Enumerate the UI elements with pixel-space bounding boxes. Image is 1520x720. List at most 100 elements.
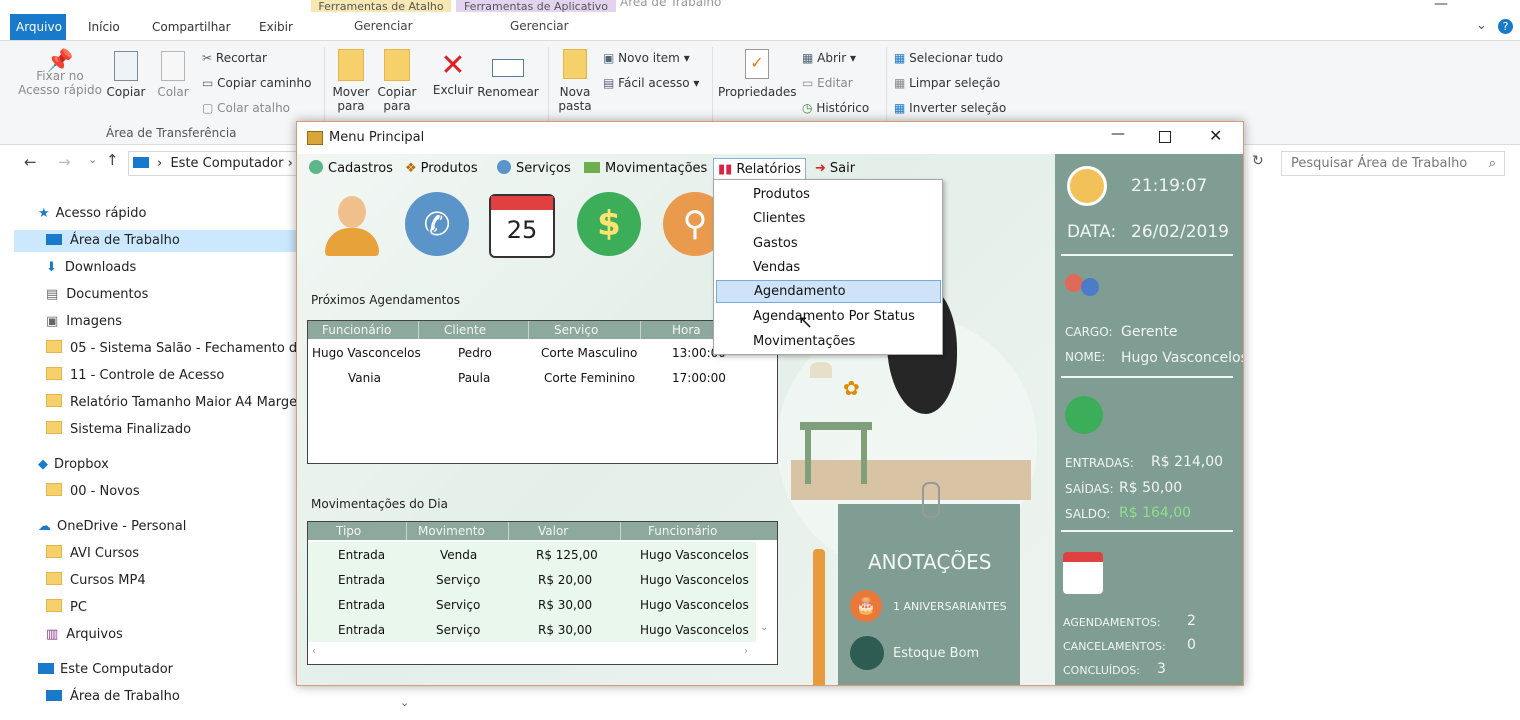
user-button[interactable] bbox=[321, 190, 383, 258]
nav-dropbox[interactable]: ◆ Dropbox bbox=[38, 454, 109, 476]
delete-button[interactable]: ✕ Excluir bbox=[432, 49, 474, 98]
nav-archive[interactable]: ▥ Arquivos bbox=[46, 624, 123, 646]
stock-status[interactable]: Estoque Bom bbox=[893, 646, 979, 661]
column-header[interactable]: Serviço bbox=[554, 323, 598, 337]
column-header[interactable]: Hora bbox=[672, 323, 701, 337]
title-bar[interactable]: Menu Principal — ✕ bbox=[297, 122, 1243, 154]
nav-folder[interactable]: 00 - Novos bbox=[46, 481, 140, 503]
breadcrumb[interactable]: Este Computador bbox=[170, 156, 283, 171]
menu-item-clientes[interactable]: Clientes bbox=[716, 207, 939, 230]
select-none-button[interactable]: ▦ Limpar seleção bbox=[894, 76, 1000, 90]
column-header[interactable]: Tipo bbox=[336, 524, 361, 538]
menu-cadastros[interactable]: Cadastros bbox=[309, 158, 393, 180]
easy-access-button[interactable]: ▤ Fácil acesso ▾ bbox=[603, 76, 699, 90]
cut-button[interactable]: ✂ Recortar bbox=[202, 51, 267, 65]
scroll-right-icon[interactable]: › bbox=[744, 646, 748, 657]
pin-button[interactable]: 📌 Fixar no Acesso rápido bbox=[16, 51, 104, 98]
history-button[interactable]: ◷ Histórico bbox=[802, 101, 869, 115]
open-button[interactable]: ▦ Abrir ▾ bbox=[802, 51, 856, 65]
agendamentos-grid[interactable]: Funcionário Cliente Serviço Hora Hugo Va… bbox=[307, 320, 778, 464]
recent-chevron-icon[interactable]: ⌄ bbox=[88, 153, 97, 166]
context-tab-manage-2[interactable]: Gerenciar bbox=[510, 19, 569, 33]
nav-folder[interactable]: 11 - Controle de Acesso bbox=[46, 365, 224, 387]
menu-movimentacoes[interactable]: Movimentações bbox=[584, 158, 707, 180]
menu-item-gastos[interactable]: Gastos bbox=[716, 232, 939, 255]
new-item-button[interactable]: ▣ Novo item ▾ bbox=[603, 51, 690, 65]
search-input[interactable]: Pesquisar Área de Trabalho ⌕ bbox=[1281, 151, 1505, 176]
forward-arrow-icon[interactable]: → bbox=[58, 153, 71, 171]
maximize-icon[interactable] bbox=[1159, 131, 1171, 143]
saidas-label: SAÍDAS: bbox=[1065, 482, 1114, 496]
paste-shortcut-button[interactable]: ▢ Colar atalho bbox=[202, 101, 290, 115]
move-to-button[interactable]: Mover para bbox=[330, 49, 372, 113]
minimize-icon[interactable]: — bbox=[1434, 0, 1448, 12]
nav-downloads[interactable]: ⬇ Downloads bbox=[46, 257, 136, 279]
menu-servicos[interactable]: Serviços bbox=[497, 158, 571, 180]
menu-item-agendamento[interactable]: Agendamento bbox=[716, 280, 941, 303]
help-icon[interactable]: ? bbox=[1498, 19, 1513, 34]
menu-label: Produtos bbox=[420, 161, 478, 176]
menu-relatorios[interactable]: ▮▮ Relatórios bbox=[713, 158, 807, 181]
back-arrow-icon[interactable]: ← bbox=[24, 153, 37, 171]
nav-desktop-2[interactable]: Área de Trabalho bbox=[46, 686, 180, 708]
column-header[interactable]: Valor bbox=[538, 524, 568, 538]
menu-item-produtos[interactable]: Produtos bbox=[716, 183, 939, 206]
cargo-value: Gerente bbox=[1121, 324, 1178, 340]
context-tab-manage-1[interactable]: Gerenciar bbox=[354, 19, 413, 33]
nav-quick-access[interactable]: ★ Acesso rápido bbox=[38, 203, 146, 225]
tab-home[interactable]: Início bbox=[78, 14, 130, 40]
menu-label: Sair bbox=[829, 161, 856, 176]
computer-icon bbox=[38, 663, 54, 674]
rename-button[interactable]: Renomear bbox=[477, 49, 539, 99]
copy-to-button[interactable]: Copiar para bbox=[376, 49, 418, 113]
nav-desktop[interactable]: Área de Trabalho bbox=[14, 230, 300, 252]
nav-folder[interactable]: Cursos MP4 bbox=[46, 570, 146, 592]
minimize-icon[interactable]: — bbox=[1111, 126, 1125, 142]
nav-onedrive[interactable]: ☁ OneDrive - Personal bbox=[38, 516, 186, 538]
paste-button[interactable]: Colar bbox=[152, 51, 194, 99]
money-button[interactable]: $ bbox=[577, 192, 641, 256]
menu-produtos[interactable]: ❖ Produtos bbox=[405, 158, 478, 180]
menu-sair[interactable]: ➜ Sair bbox=[815, 158, 855, 180]
select-all-button[interactable]: ▦ Selecionar tudo bbox=[894, 51, 1003, 65]
refresh-icon[interactable]: ↻ bbox=[1252, 153, 1264, 169]
nav-folder[interactable]: Sistema Finalizado bbox=[46, 419, 191, 441]
scroll-left-icon[interactable]: ‹ bbox=[312, 646, 316, 657]
column-header[interactable]: Funcionário bbox=[648, 524, 717, 538]
nav-pictures[interactable]: ▣ Imagens bbox=[46, 311, 122, 333]
phone-button[interactable]: ✆ bbox=[405, 192, 469, 256]
copy-button[interactable]: Copiar bbox=[104, 51, 148, 99]
menu-item-agendamento-por-status[interactable]: Agendamento Por Status bbox=[716, 305, 939, 328]
properties-button[interactable]: ✓ Propriedades bbox=[718, 49, 797, 99]
calendar-button[interactable]: 25 bbox=[489, 194, 555, 258]
invert-selection-button[interactable]: ▦ Inverter seleção bbox=[894, 101, 1006, 115]
scroll-down-icon[interactable]: ⌄ bbox=[400, 696, 409, 709]
tab-share[interactable]: Compartilhar bbox=[142, 14, 241, 40]
tab-file[interactable]: Arquivo bbox=[10, 14, 66, 40]
birthday-count[interactable]: 1 ANIVERSARIANTES bbox=[893, 600, 1007, 613]
chevron-down-icon[interactable]: ⌄ bbox=[1476, 18, 1487, 33]
nav-folder[interactable]: Relatório Tamanho Maior A4 Margens bbox=[46, 392, 312, 414]
nav-folder[interactable]: PC bbox=[46, 597, 87, 619]
column-header[interactable]: Movimento bbox=[418, 524, 485, 538]
nav-this-pc[interactable]: Este Computador bbox=[38, 659, 173, 681]
scroll-down-icon[interactable]: ⌄ bbox=[760, 622, 768, 633]
up-arrow-icon[interactable]: ↑ bbox=[106, 151, 119, 169]
column-header[interactable]: Cliente bbox=[444, 323, 486, 337]
new-folder-button[interactable]: Nova pasta bbox=[556, 49, 594, 113]
nav-folder[interactable]: 05 - Sistema Salão - Fechamento de Sis bbox=[46, 338, 328, 360]
movimentacoes-grid[interactable]: Tipo Movimento Valor Funcionário Entrada… bbox=[307, 521, 778, 665]
edit-button[interactable]: ▭ Editar bbox=[802, 76, 853, 90]
close-icon[interactable]: ✕ bbox=[1209, 126, 1222, 145]
menu-item-vendas[interactable]: Vendas bbox=[716, 256, 939, 279]
column-header[interactable]: Funcionário bbox=[322, 323, 391, 337]
menu-item-movimentacoes[interactable]: Movimentações bbox=[716, 330, 939, 353]
address-bar[interactable]: › Este Computador › bbox=[128, 151, 305, 176]
easy-access-icon: ▤ bbox=[603, 76, 615, 90]
tab-view[interactable]: Exibir bbox=[249, 14, 303, 40]
menu-label: Cadastros bbox=[328, 161, 393, 176]
nav-documents[interactable]: ▤ Documentos bbox=[46, 284, 148, 306]
copy-path-button[interactable]: ▭ Copiar caminho bbox=[202, 76, 311, 90]
rename-icon bbox=[492, 59, 524, 77]
nav-folder[interactable]: AVI Cursos bbox=[46, 543, 139, 565]
